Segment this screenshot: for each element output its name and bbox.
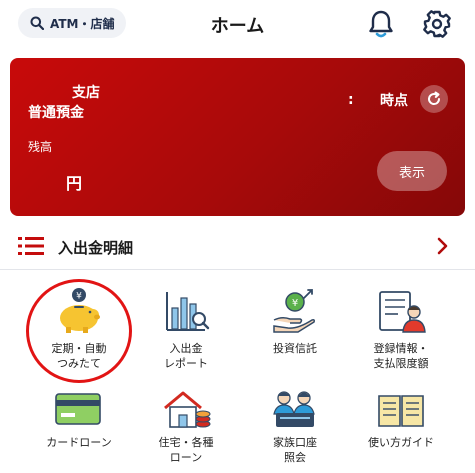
branch-name: 支店 — [72, 85, 100, 101]
family-account-icon — [273, 391, 315, 427]
menu-item-housing-loans[interactable]: 住宅・各種 ローン — [127, 378, 245, 473]
card-loan-icon — [55, 393, 101, 425]
page-title: ホーム — [210, 16, 265, 37]
refresh-button[interactable] — [420, 85, 448, 113]
menu-item-usage-guide[interactable]: 使い方ガイド — [342, 378, 460, 473]
menu-item-label: 登録情報・ 支払限度額 — [373, 342, 429, 370]
menu-item-card-loan[interactable]: カードローン — [20, 378, 138, 473]
notification-bell-icon[interactable] — [365, 8, 397, 40]
settings-gear-icon[interactable] — [421, 8, 453, 40]
balance-currency: 円 — [66, 174, 83, 193]
chevron-right-icon — [437, 237, 448, 255]
menu-item-label: 住宅・各種 ローン — [158, 436, 214, 464]
transaction-history-row[interactable]: 入出金明細 — [0, 222, 475, 270]
report-chart-icon — [166, 292, 210, 331]
menu-item-label: 使い方ガイド — [368, 436, 434, 449]
registration-info-icon — [379, 291, 426, 333]
account-type: 普通預金 — [28, 105, 84, 121]
svg-text:¥: ¥ — [292, 298, 298, 309]
menu-item-label: 家族口座 照会 — [273, 436, 317, 464]
show-balance-button[interactable]: 表示 — [377, 151, 447, 191]
guide-book-icon — [378, 395, 424, 427]
menu-item-deposit-report[interactable]: 入出金 レポート — [127, 276, 245, 371]
housing-loan-icon — [164, 391, 211, 428]
highlight-circle-annotation — [26, 279, 132, 383]
as-of-time-label: 時点 — [380, 93, 408, 109]
refresh-icon — [428, 91, 441, 105]
menu-item-label: 投資信託 — [273, 342, 317, 355]
menu-item-investment-trust[interactable]: ¥ 投資信託 — [236, 276, 354, 371]
menu-item-label: 入出金 レポート — [164, 342, 208, 370]
menu-item-registration-limits[interactable]: 登録情報・ 支払限度額 — [342, 276, 460, 371]
top-bar: ATM・店舗 ホーム — [0, 0, 475, 50]
balance-label: 残高 — [28, 140, 53, 154]
account-balance-card: 支店 普通預金 : 時点 残高 円 表示 — [10, 58, 465, 216]
menu-item-family-account[interactable]: 家族口座 照会 — [236, 378, 354, 473]
time-separator: : — [348, 92, 354, 108]
investment-trust-icon: ¥ — [273, 289, 315, 333]
transaction-history-label: 入出金明細 — [58, 239, 134, 257]
menu-item-label: カードローン — [46, 436, 112, 449]
list-icon — [18, 237, 44, 255]
